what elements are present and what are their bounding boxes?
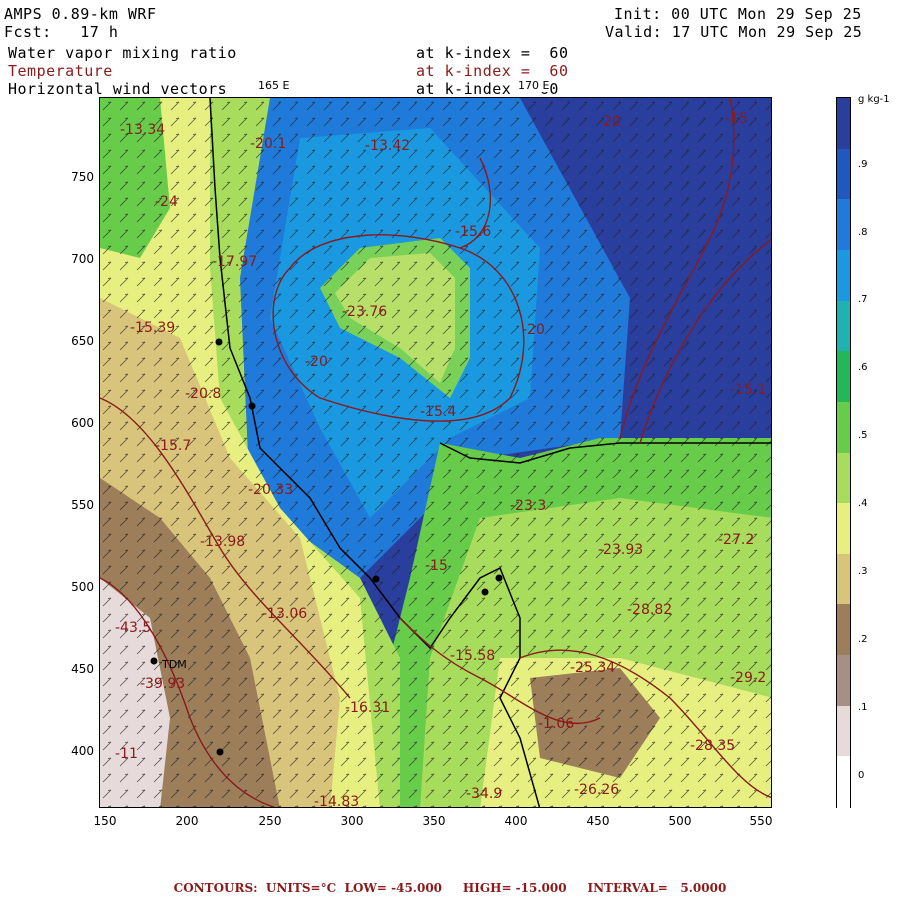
colorbar-segment bbox=[837, 148, 850, 201]
map-label: -26.26 bbox=[574, 782, 619, 798]
map-label: -15.4 bbox=[420, 404, 456, 420]
colorbar-label: .4 bbox=[858, 498, 868, 509]
valid-time: Valid: 17 UTC Mon 29 Sep 25 bbox=[605, 23, 863, 41]
map-label: -13.06 bbox=[262, 606, 307, 622]
map-label: -27.2 bbox=[718, 532, 754, 548]
map-label: -15.39 bbox=[130, 320, 175, 336]
map-label: -34.9 bbox=[466, 786, 502, 802]
field-level-moisture: at k-index = 60 bbox=[416, 44, 569, 62]
colorbar-unit: g kg-1 bbox=[858, 94, 890, 105]
longitude-label-165e: 165 E bbox=[258, 79, 290, 92]
colorbar-label: .2 bbox=[858, 634, 868, 645]
x-tick: 350 bbox=[422, 814, 446, 828]
colorbar-label: .8 bbox=[858, 227, 868, 238]
map-label: -23.3 bbox=[510, 498, 546, 514]
colorbar-segment bbox=[837, 249, 850, 302]
model-title: AMPS 0.89-km WRF bbox=[4, 5, 157, 23]
map-label: -39.93 bbox=[140, 676, 185, 692]
station-label: TDM bbox=[161, 658, 187, 671]
colorbar-label: .7 bbox=[858, 294, 868, 305]
x-tick: 550 bbox=[749, 814, 773, 828]
map-label: -1.06 bbox=[538, 716, 574, 732]
colorbar bbox=[836, 97, 851, 809]
x-tick: 500 bbox=[668, 814, 692, 828]
colorbar-segment bbox=[837, 705, 850, 758]
map-label: -15.7 bbox=[155, 438, 191, 454]
y-tick: 550 bbox=[71, 498, 94, 512]
field-name-moisture: Water vapor mixing ratio bbox=[8, 44, 237, 62]
colorbar-label: 0 bbox=[858, 770, 865, 781]
map-label: -15.6 bbox=[455, 224, 491, 240]
forecast-hour: Fcst: 17 h bbox=[4, 23, 119, 41]
y-tick: 500 bbox=[71, 580, 94, 594]
map-label: -15.58 bbox=[450, 648, 495, 664]
map-label: -28.82 bbox=[627, 602, 672, 618]
map-label: -20.8 bbox=[185, 386, 221, 402]
colorbar-label: .1 bbox=[858, 702, 868, 713]
field-name-wind: Horizontal wind vectors bbox=[8, 80, 228, 98]
map-label: -20 bbox=[305, 354, 328, 370]
map-label: -13.34 bbox=[120, 122, 165, 138]
y-tick: 700 bbox=[71, 252, 94, 266]
colorbar-segment bbox=[837, 756, 850, 809]
map-label: -23.76 bbox=[342, 304, 387, 320]
colorbar-segment bbox=[837, 98, 850, 151]
x-tick: 450 bbox=[586, 814, 610, 828]
colorbar-segment bbox=[837, 401, 850, 454]
field-name-temperature: Temperature bbox=[8, 62, 113, 80]
y-tick: 750 bbox=[71, 170, 94, 184]
colorbar-segment bbox=[837, 351, 850, 404]
map-label: -28.35 bbox=[690, 738, 735, 754]
map-label: -11 bbox=[115, 746, 138, 762]
map-label: -15 bbox=[425, 558, 448, 574]
map-label: -13.98 bbox=[200, 534, 245, 550]
map-label: -13.42 bbox=[365, 138, 410, 154]
y-tick: 400 bbox=[71, 744, 94, 758]
x-tick: 300 bbox=[340, 814, 364, 828]
colorbar-segment bbox=[837, 452, 850, 505]
map-label: -24 bbox=[155, 194, 178, 210]
map-label: -29.2 bbox=[730, 670, 766, 686]
map-label: -20.1 bbox=[250, 136, 286, 152]
y-tick: 450 bbox=[71, 662, 94, 676]
field-level-temperature: at k-index = 60 bbox=[416, 62, 569, 80]
contour-info: CONTOURS: UNITS=°C LOW= -45.000 HIGH= -1… bbox=[173, 881, 727, 895]
colorbar-label: .9 bbox=[858, 159, 868, 170]
wind-vectors bbox=[100, 98, 771, 807]
colorbar-segment bbox=[837, 553, 850, 606]
map-label: -17.97 bbox=[212, 254, 257, 270]
map-label: -25.34 bbox=[570, 660, 615, 676]
y-tick: 650 bbox=[71, 334, 94, 348]
x-tick: 200 bbox=[175, 814, 199, 828]
colorbar-segment bbox=[837, 604, 850, 657]
colorbar-label: .3 bbox=[858, 566, 868, 577]
longitude-label-170e: 170 E bbox=[518, 79, 550, 92]
colorbar-segment bbox=[837, 199, 850, 252]
map-label: -20.33 bbox=[248, 482, 293, 498]
map-label: -14.83 bbox=[314, 794, 359, 808]
map-label: -15.1 bbox=[730, 382, 766, 398]
y-tick: 600 bbox=[71, 416, 94, 430]
map-label: -15 bbox=[725, 111, 748, 127]
colorbar-label: .5 bbox=[858, 430, 868, 441]
colorbar-label: .6 bbox=[858, 362, 868, 373]
map-label: -43.5 bbox=[115, 620, 151, 636]
init-time: Init: 00 UTC Mon 29 Sep 25 bbox=[614, 5, 862, 23]
map-label: -20 bbox=[598, 114, 621, 130]
map-label: -23.93 bbox=[598, 542, 643, 558]
map-canvas: -13.34 -20.1 -13.42 -20 -15 -24 -15.6 -1… bbox=[100, 98, 771, 808]
map-label: -16.31 bbox=[345, 700, 390, 716]
x-tick: 150 bbox=[93, 814, 117, 828]
colorbar-segment bbox=[837, 503, 850, 556]
colorbar-segment bbox=[837, 300, 850, 353]
map-label: -20 bbox=[522, 322, 545, 338]
map-panel: -13.34 -20.1 -13.42 -20 -15 -24 -15.6 -1… bbox=[99, 97, 772, 808]
x-tick: 400 bbox=[504, 814, 528, 828]
x-tick: 250 bbox=[258, 814, 282, 828]
colorbar-segment bbox=[837, 655, 850, 708]
